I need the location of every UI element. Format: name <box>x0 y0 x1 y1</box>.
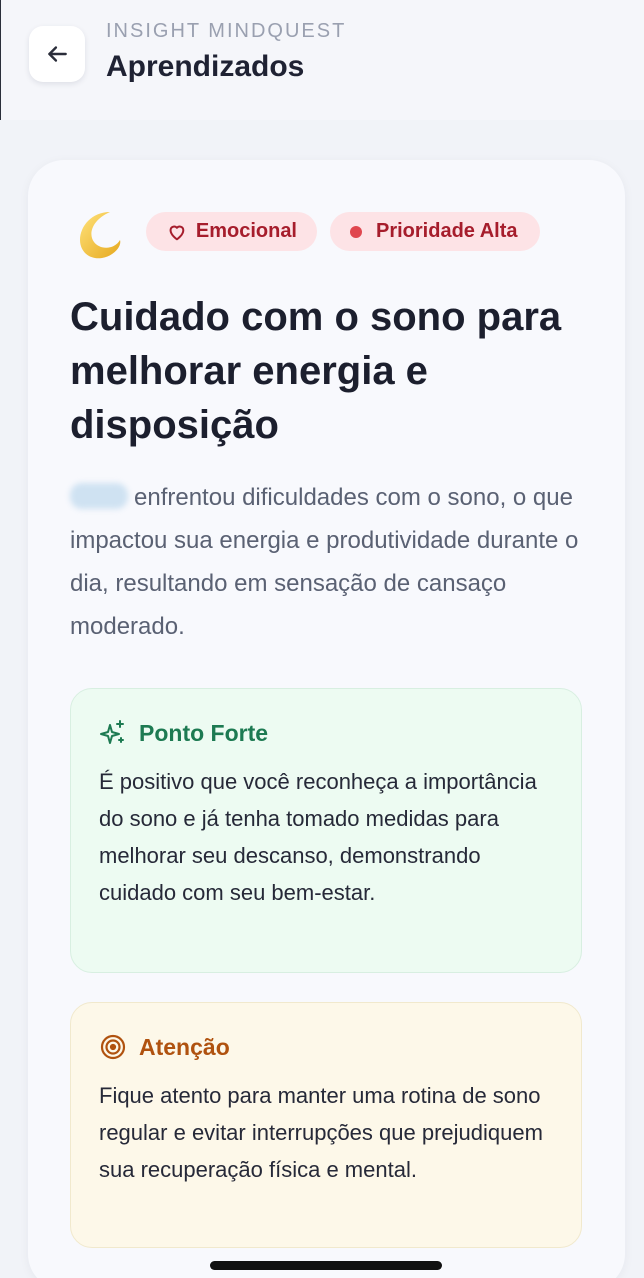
attention-text: Fique atento para manter uma rotina de s… <box>99 1083 543 1182</box>
learning-card: Emocional Prioridade Alta Cuidado com o … <box>28 160 625 1278</box>
target-icon <box>100 1034 126 1060</box>
app-header: INSIGHT MINDQUEST Aprendizados <box>0 0 644 120</box>
attention-header: Atenção <box>99 1033 230 1061</box>
tag-label: Prioridade Alta <box>376 220 518 242</box>
home-indicator[interactable] <box>210 1261 442 1270</box>
redacted-name <box>70 483 128 509</box>
strong-point-text: É positivo que você reconheça a importân… <box>99 769 537 905</box>
tag-emocional: Emocional <box>146 212 317 251</box>
strong-point-box: Ponto Forte É positivo que você reconheç… <box>70 688 582 973</box>
description-text: enfrentou dificuldades com o sono, o que… <box>70 484 579 640</box>
strong-point-title: Ponto Forte <box>139 719 269 746</box>
attention-box: Atenção Fique atento para manter uma rot… <box>70 1002 582 1248</box>
sparkles-icon <box>100 720 124 744</box>
red-dot-icon <box>350 225 362 238</box>
attention-title: Atenção <box>139 1033 230 1060</box>
heart-outline-icon <box>169 225 185 240</box>
insight-description: enfrentou dificuldades com o sono, o que… <box>70 476 600 648</box>
app-brand: INSIGHT MINDQUEST <box>106 20 347 42</box>
page-title: Aprendizados <box>106 50 305 83</box>
strong-point-header: Ponto Forte <box>99 719 268 747</box>
insight-headline: Cuidado com o sono para melhorar energia… <box>70 295 562 447</box>
crescent-moon-icon <box>80 212 121 259</box>
arrow-left-icon <box>48 46 67 62</box>
tag-label: Emocional <box>195 220 297 242</box>
back-button[interactable] <box>29 26 85 82</box>
tag-prioridade: Prioridade Alta <box>330 212 540 251</box>
